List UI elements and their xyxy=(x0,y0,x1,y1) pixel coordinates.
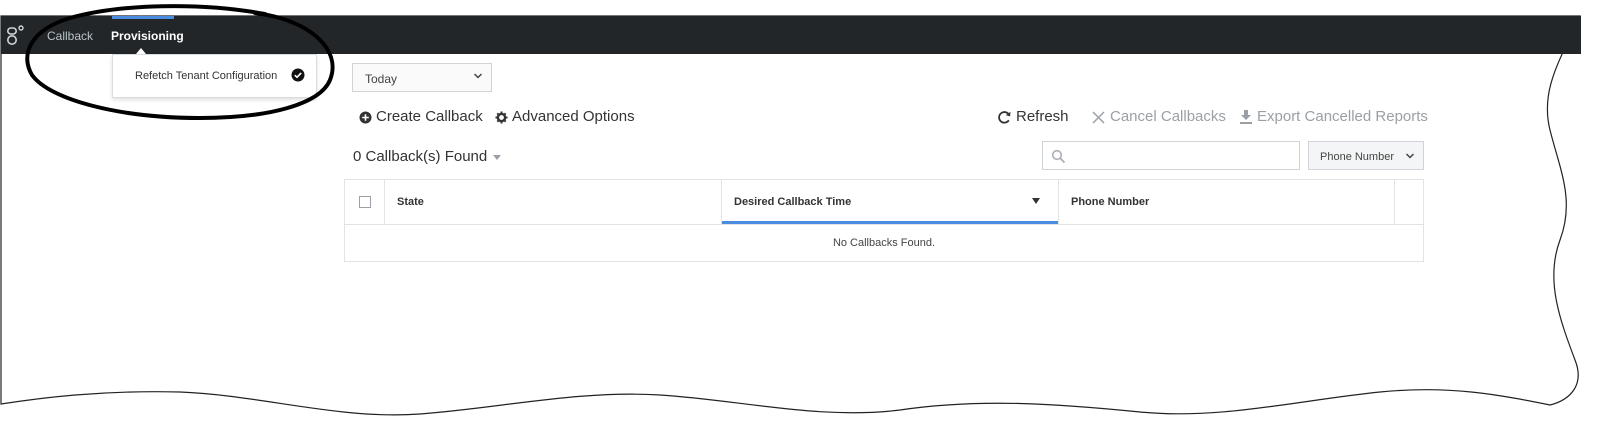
check-circle-icon xyxy=(291,68,305,82)
empty-table-message: No Callbacks Found. xyxy=(832,237,936,249)
date-range-value: Today xyxy=(365,72,398,86)
column-header-desired-callback-time[interactable]: Desired Callback Time xyxy=(722,180,1059,224)
advanced-options-button[interactable]: Advanced Options xyxy=(495,108,635,126)
column-header-state[interactable]: State xyxy=(385,180,722,224)
column-label-desired-callback-time: Desired Callback Time xyxy=(734,196,852,208)
column-header-phone-number[interactable]: Phone Number xyxy=(1059,180,1395,224)
search-type-value: Phone Number xyxy=(1320,151,1394,163)
download-icon xyxy=(1240,110,1252,124)
export-cancelled-reports-label: Export Cancelled Reports xyxy=(1257,108,1428,125)
refresh-icon xyxy=(998,110,1011,124)
chevron-down-icon xyxy=(1405,153,1415,159)
plus-circle-icon xyxy=(359,111,372,123)
chevron-down-icon xyxy=(473,73,483,79)
column-header-extra xyxy=(1395,180,1423,224)
select-all-checkbox[interactable] xyxy=(359,196,371,208)
cancel-callbacks-button[interactable]: Cancel Callbacks xyxy=(1091,108,1226,126)
advanced-options-label: Advanced Options xyxy=(512,108,635,125)
create-callback-label: Create Callback xyxy=(376,108,483,125)
results-count[interactable]: 0 Callback(s) Found xyxy=(353,148,502,165)
nav-active-indicator xyxy=(112,16,174,19)
results-count-label: 0 Callback(s) Found xyxy=(353,148,488,165)
menu-item-refetch-tenant-configuration[interactable]: Refetch Tenant Configuration xyxy=(135,70,277,82)
refresh-label: Refresh xyxy=(1016,108,1069,125)
export-cancelled-reports-button[interactable]: Export Cancelled Reports xyxy=(1239,108,1428,126)
nav-tab-callback[interactable]: Callback xyxy=(47,28,93,44)
caret-down-icon xyxy=(493,154,502,160)
top-navigation-bar xyxy=(1,16,1581,54)
column-label-phone-number: Phone Number xyxy=(1071,196,1150,208)
nav-tab-provisioning[interactable]: Provisioning xyxy=(111,28,184,44)
search-icon xyxy=(1051,149,1066,164)
column-label-state: State xyxy=(397,196,424,208)
gear-icon xyxy=(495,111,508,123)
create-callback-button[interactable]: Create Callback xyxy=(359,108,483,126)
table-header: State Desired Callback Time Phone Number xyxy=(345,180,1423,225)
cancel-callbacks-label: Cancel Callbacks xyxy=(1110,108,1226,125)
search-input[interactable] xyxy=(1042,141,1300,170)
sort-descending-icon xyxy=(1032,198,1040,204)
provisioning-dropdown-menu: Refetch Tenant Configuration xyxy=(112,54,317,98)
genesys-logo-icon xyxy=(6,25,24,45)
select-all-cell xyxy=(345,180,385,224)
callbacks-table: State Desired Callback Time Phone Number… xyxy=(344,179,1424,262)
search-type-select[interactable]: Phone Number xyxy=(1308,141,1424,170)
close-icon xyxy=(1092,110,1105,124)
date-range-select[interactable]: Today xyxy=(352,63,492,92)
sorted-column-indicator xyxy=(722,221,1058,224)
refresh-button[interactable]: Refresh xyxy=(997,108,1069,126)
